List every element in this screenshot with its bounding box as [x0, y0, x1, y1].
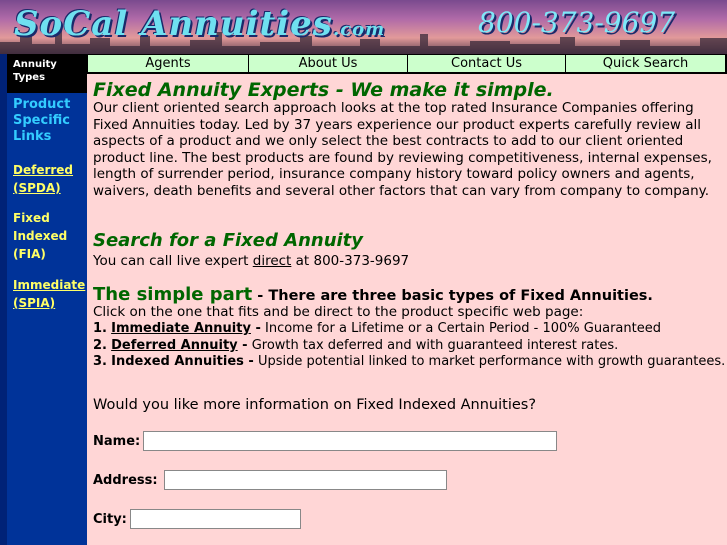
simple-part-heading: The simple part - There are three basic …	[93, 284, 653, 305]
deferred-annuity-link[interactable]: Deferred Annuity	[111, 338, 238, 353]
intro-paragraph: Our client oriented search approach look…	[93, 100, 712, 199]
sidebar: Annuity Types Product Specific Links Def…	[0, 54, 87, 545]
sidebar-link-deferred[interactable]: Deferred (SPDA)	[13, 161, 83, 197]
sidebar-link-immediate[interactable]: Immediate (SPIA)	[13, 276, 85, 312]
site-logo[interactable]: SoCal Annuities.com	[14, 4, 385, 44]
type-immediate: 1. Immediate Annuity - Income for a Life…	[93, 321, 661, 336]
banner-phone-number: 800-373-9697	[478, 6, 676, 39]
top-nav: Agents About Us Contact Us Quick Search	[87, 54, 727, 74]
sidebar-section-title: Product Specific Links	[13, 97, 71, 144]
name-label: Name:	[93, 434, 141, 449]
immediate-annuity-link[interactable]: Immediate Annuity	[111, 321, 251, 336]
address-label: Address:	[93, 473, 158, 488]
info-question: Would you like more information on Fixed…	[93, 397, 537, 413]
type-deferred: 2. Deferred Annuity - Growth tax deferre…	[93, 338, 619, 353]
sidebar-edge	[0, 54, 7, 545]
instruction-line: Click on the one that fits and be direct…	[93, 304, 584, 320]
page-title: Fixed Annuity Experts - We make it simpl…	[93, 79, 554, 101]
call-line: You can call live expert direct at 800-3…	[93, 253, 410, 269]
tab-quick-search[interactable]: Quick Search	[565, 54, 726, 73]
tab-about-us[interactable]: About Us	[248, 54, 408, 73]
sidebar-item-fixed-indexed: Fixed Indexed (FIA)	[13, 211, 68, 261]
city-field[interactable]	[130, 509, 301, 529]
type-indexed: 3. Indexed Annuities - Upside potential …	[93, 354, 726, 369]
site-banner: SoCal Annuities.com 800-373-9697	[0, 0, 727, 54]
direct-link[interactable]: direct	[253, 253, 292, 269]
tab-agents[interactable]: Agents	[87, 54, 249, 73]
sidebar-header: Annuity Types	[7, 54, 87, 93]
name-field[interactable]	[143, 431, 557, 451]
city-label: City:	[93, 512, 127, 527]
address-field[interactable]	[164, 470, 447, 490]
search-heading: Search for a Fixed Annuity	[93, 230, 364, 251]
tab-contact-us[interactable]: Contact Us	[407, 54, 566, 73]
